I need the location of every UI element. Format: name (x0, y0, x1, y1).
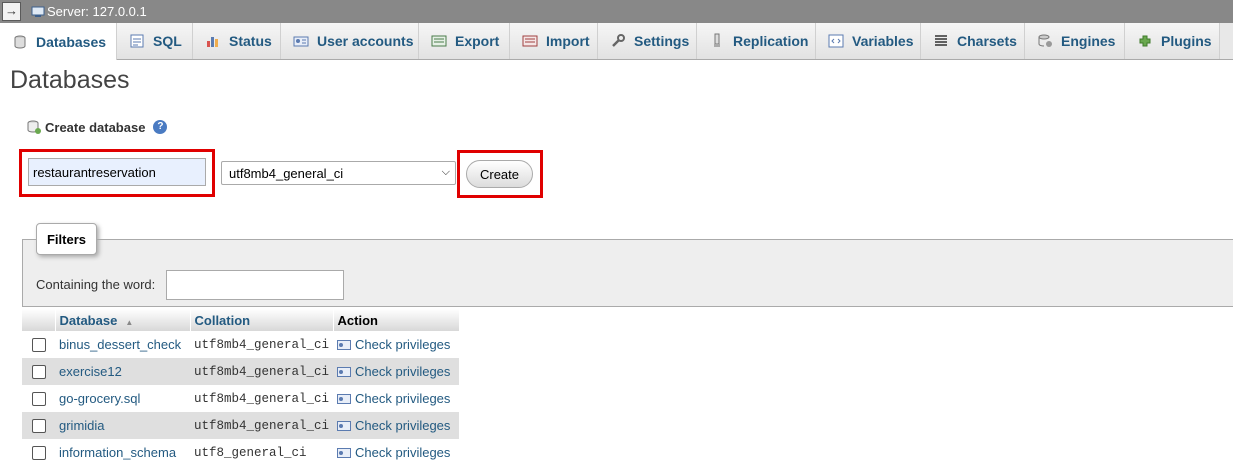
tab-status[interactable]: Status (193, 23, 281, 59)
database-name-input[interactable] (28, 158, 206, 186)
tab-charsets[interactable]: Charsets (921, 23, 1025, 59)
create-database-label: Create database (45, 119, 146, 135)
tab-label: Replication (733, 33, 809, 49)
charsets-icon (935, 35, 947, 46)
wrench-icon (612, 34, 625, 47)
page-title: Databases (10, 66, 130, 94)
row-checkbox[interactable] (32, 364, 46, 379)
tab-label: Import (546, 33, 590, 49)
collation-cell: utf8_general_ci (190, 439, 334, 466)
plugin-icon (1139, 35, 1151, 47)
tab-replication[interactable]: Replication (697, 23, 816, 59)
tab-import[interactable]: Import (510, 23, 598, 59)
server-label: Server: 127.0.0.1 (47, 4, 147, 19)
tab-plugins[interactable]: Plugins (1125, 23, 1220, 59)
database-link[interactable]: binus_dessert_check (59, 337, 181, 352)
table-row: go-grocery.sql utf8mb4_general_ci Check … (22, 385, 460, 412)
collation-cell: utf8mb4_general_ci (190, 412, 334, 439)
collation-select[interactable]: utf8mb4_general_ci ⌵ (221, 161, 456, 185)
tab-label: Charsets (957, 33, 1017, 49)
privileges-icon (337, 393, 352, 404)
privileges-icon (337, 447, 352, 458)
privileges-icon (337, 339, 352, 350)
database-header-label: Database (59, 312, 118, 328)
row-checkbox[interactable] (32, 337, 46, 352)
tab-variables[interactable]: Variables (816, 23, 921, 59)
sql-icon (130, 34, 144, 48)
top-menu-tabs: Databases SQL Status User accounts Expor… (0, 23, 1233, 60)
collation-column-header[interactable]: Collation (190, 309, 334, 331)
tab-label: Export (455, 33, 500, 49)
chevron-down-icon: ⌵ (441, 166, 450, 178)
check-privileges-link[interactable]: Check privileges (337, 337, 455, 352)
row-checkbox[interactable] (32, 445, 46, 460)
server-breadcrumb-bar: → Server: 127.0.0.1 (0, 0, 1233, 23)
database-link[interactable]: grimidia (59, 418, 105, 433)
check-privileges-link[interactable]: Check privileges (337, 391, 455, 406)
engines-icon (1038, 34, 1052, 47)
check-privileges-link[interactable]: Check privileges (337, 445, 455, 460)
tab-label: Engines (1061, 33, 1116, 49)
database-column-header[interactable]: Database ▲ (55, 309, 191, 331)
collation-cell: utf8mb4_general_ci (190, 358, 334, 385)
user-accounts-icon (293, 36, 309, 47)
check-privileges-label: Check privileges (355, 364, 451, 379)
database-link[interactable]: go-grocery.sql (59, 391, 140, 406)
table-row: binus_dessert_check utf8mb4_general_ci C… (22, 331, 460, 358)
variables-icon (828, 34, 844, 48)
privileges-icon (337, 420, 352, 431)
containing-word-input[interactable] (166, 270, 344, 300)
tab-label: Variables (852, 33, 914, 49)
tab-databases[interactable]: Databases (0, 23, 117, 60)
collapse-arrow-button[interactable]: → (2, 2, 21, 21)
replication-icon (714, 33, 720, 47)
select-column-header (22, 309, 56, 331)
database-icon (14, 35, 26, 49)
check-privileges-label: Check privileges (355, 391, 451, 406)
sort-ascending-icon: ▲ (125, 317, 134, 327)
table-row: exercise12 utf8mb4_general_ci Check priv… (22, 358, 460, 385)
action-column-header: Action (333, 309, 460, 331)
tab-user-accounts[interactable]: User accounts (281, 23, 419, 59)
table-header-row: Database ▲ Collation Action (22, 309, 460, 331)
help-icon[interactable]: ? (153, 120, 168, 134)
row-checkbox[interactable] (32, 418, 46, 433)
database-add-icon (27, 120, 41, 134)
collation-selected-value: utf8mb4_general_ci (229, 165, 344, 181)
export-icon (431, 35, 447, 47)
server-breadcrumb[interactable]: Server: 127.0.0.1 (31, 4, 147, 19)
tab-label: SQL (153, 33, 182, 49)
tab-label: User accounts (317, 33, 414, 49)
collation-cell: utf8mb4_general_ci (190, 331, 334, 358)
databases-table: Database ▲ Collation Action binus_dessert… (22, 309, 460, 466)
tab-export[interactable]: Export (419, 23, 510, 59)
tab-label: Databases (36, 33, 107, 50)
tab-settings[interactable]: Settings (598, 23, 697, 59)
import-icon (522, 35, 538, 47)
row-checkbox[interactable] (32, 391, 46, 406)
status-chart-icon (207, 37, 218, 47)
filters-legend: Filters (36, 223, 97, 255)
tab-label: Status (229, 33, 272, 49)
check-privileges-label: Check privileges (355, 445, 451, 460)
check-privileges-label: Check privileges (355, 337, 451, 352)
tab-label: Plugins (1161, 33, 1212, 49)
create-button[interactable]: Create (466, 160, 533, 188)
collation-cell: utf8mb4_general_ci (190, 385, 334, 412)
tab-engines[interactable]: Engines (1025, 23, 1125, 59)
containing-word-label: Containing the word: (36, 277, 156, 292)
tab-sql[interactable]: SQL (117, 23, 193, 59)
table-row: grimidia utf8mb4_general_ci Check privil… (22, 412, 460, 439)
server-icon (31, 6, 45, 17)
database-link[interactable]: information_schema (59, 445, 176, 460)
check-privileges-link[interactable]: Check privileges (337, 364, 455, 379)
check-privileges-label: Check privileges (355, 418, 451, 433)
privileges-icon (337, 366, 352, 377)
table-row: information_schema utf8_general_ci Check… (22, 439, 460, 466)
create-database-heading: Create database ? (26, 119, 168, 135)
check-privileges-link[interactable]: Check privileges (337, 418, 455, 433)
tab-label: Settings (634, 33, 690, 49)
database-link[interactable]: exercise12 (59, 364, 122, 379)
